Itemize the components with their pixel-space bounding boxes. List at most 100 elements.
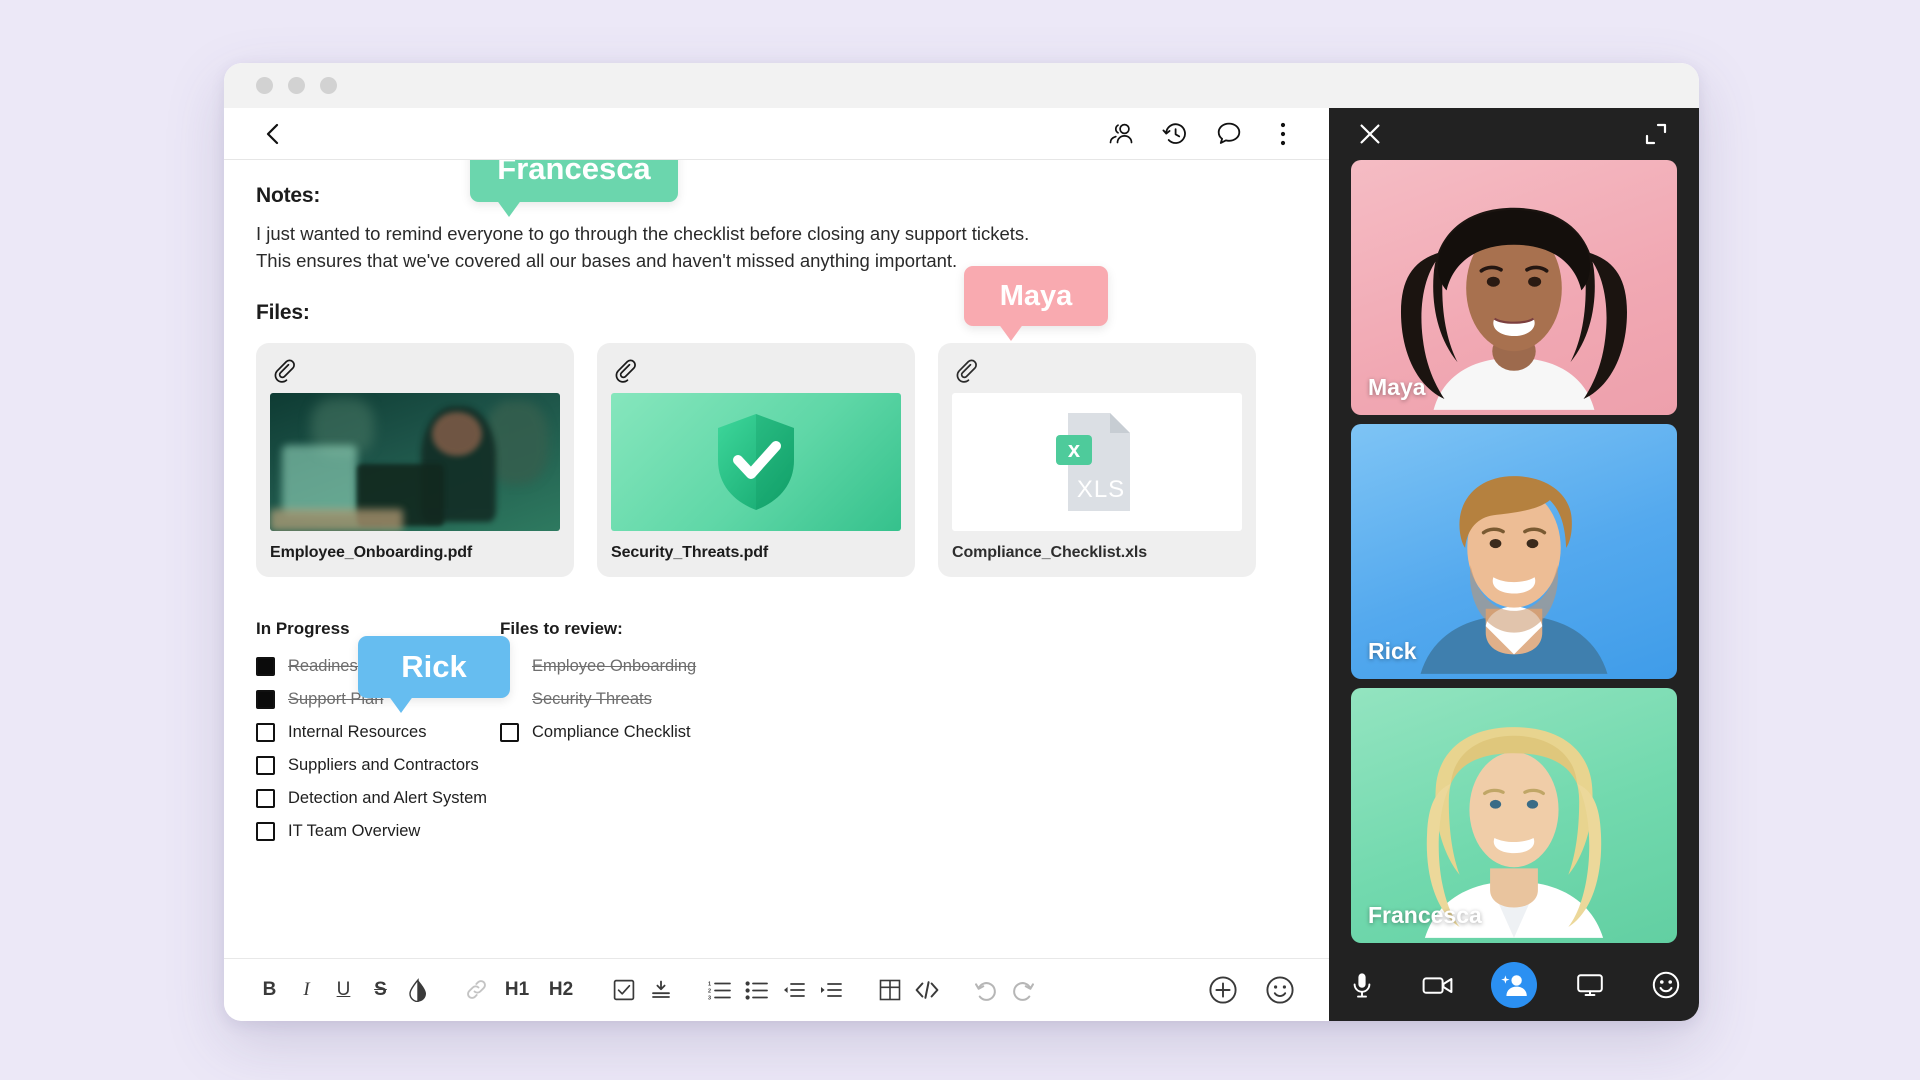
checkbox-unchecked[interactable] [256,788,275,808]
file-name: Employee_Onboarding.pdf [270,543,473,561]
file-thumbnail: x XLS [952,392,1242,531]
checklist-section: Rick In Progress Readiness Assessment Su… [256,619,1297,848]
camera-button[interactable] [1415,962,1461,1008]
bulleted-list-icon[interactable] [739,973,774,1008]
table-icon[interactable] [872,973,907,1008]
italic-button[interactable]: I [289,973,324,1008]
checklist-item-label: Internal Resources [288,722,427,741]
participant-name: Rick [1368,638,1417,664]
call-header [1329,108,1699,160]
cursor-badge-label: Francesca [497,160,651,186]
participant-avatar [1424,727,1604,938]
add-participant-button[interactable] [1491,962,1537,1008]
checklist-item[interactable]: Security Threats [500,683,820,716]
smiley-icon [1652,971,1680,999]
add-person-icon [1501,975,1527,996]
paperclip-icon [952,357,982,387]
outdent-icon[interactable] [776,973,811,1008]
checkbox-unchecked[interactable] [256,821,275,841]
indent-icon[interactable] [813,973,848,1008]
window-minimize-dot[interactable] [288,77,305,94]
share-screen-button[interactable] [1567,962,1613,1008]
participant-tile[interactable]: Rick [1351,424,1677,679]
toolbar-right-actions [1205,973,1299,1008]
paperclip-icon [270,357,300,387]
history-icon[interactable] [1159,118,1191,150]
strikethrough-button[interactable]: S [363,973,398,1008]
window-body: Francesca Maya Notes: I just wanted to r… [224,108,1699,1021]
microphone-icon [1353,973,1371,998]
people-icon[interactable] [1105,118,1137,150]
participant-tile[interactable]: Maya [1351,160,1677,415]
file-thumbnail [611,392,901,531]
undo-icon[interactable] [968,973,1003,1008]
format-toolbar: B I U S H1 H2 1 2 3 [224,958,1329,1021]
svg-text:x: x [1068,437,1081,462]
notes-body: I just wanted to remind everyone to go t… [256,221,1297,275]
notes-line-1: I just wanted to remind everyone to go t… [256,223,1030,244]
checklist-item[interactable]: Suppliers and Contractors [256,749,500,782]
redo-icon[interactable] [1005,973,1040,1008]
expand-icon[interactable] [1641,119,1671,149]
checkbox-checked[interactable] [256,656,275,676]
video-call-pane: Maya Rick Francesca [1329,108,1699,1021]
checklist-item-label: Employee Onboarding [532,656,697,675]
cursor-badge-tail [998,323,1024,341]
ink-drop-icon[interactable] [400,973,435,1008]
code-icon[interactable] [909,973,944,1008]
document-content: Francesca Maya Notes: I just wanted to r… [224,160,1329,958]
checkbox-unchecked[interactable] [500,722,519,742]
checkbox-checked[interactable] [256,689,275,709]
checklist-item[interactable]: IT Team Overview [256,815,500,848]
close-icon[interactable] [1355,119,1385,149]
checklist-item[interactable]: Compliance Checklist [500,716,820,749]
checklist-item-label: Suppliers and Contractors [288,755,479,774]
checkbox-icon[interactable] [606,973,641,1008]
checklist-item[interactable]: Internal Resources [256,716,500,749]
participant-name: Maya [1368,374,1426,400]
bold-button[interactable]: B [252,973,287,1008]
collapse-icon[interactable] [643,973,678,1008]
heading-2-button[interactable]: H2 [540,973,582,1008]
xls-file-icon: x XLS [1056,412,1130,511]
file-card[interactable]: Security_Threats.pdf [597,342,915,577]
cursor-badge-francesca: Francesca [470,160,678,217]
checklist-item[interactable]: Detection and Alert System [256,782,500,815]
participant-avatar [1400,207,1628,410]
file-card[interactable]: Employee_Onboarding.pdf [256,342,574,577]
window-close-dot[interactable] [256,77,273,94]
more-icon[interactable] [1267,118,1299,150]
participant-tile[interactable]: Francesca [1351,688,1677,943]
window-maximize-dot[interactable] [320,77,337,94]
checklist-title: Files to review: [500,618,623,638]
back-button[interactable] [256,117,290,151]
document-pane: Francesca Maya Notes: I just wanted to r… [224,108,1329,1021]
header-actions [1105,118,1299,150]
file-card[interactable]: x XLS Compliance_Checklist.xls [938,342,1256,577]
checklist-item[interactable]: Employee Onboarding [500,650,820,683]
underline-button[interactable]: U [326,973,361,1008]
plus-circle-icon[interactable] [1205,973,1240,1008]
cursor-badge-tail [388,694,414,713]
file-name: Security_Threats.pdf [611,543,769,561]
link-icon[interactable] [459,973,494,1008]
monitor-icon [1577,974,1603,996]
heading-1-button[interactable]: H1 [496,973,538,1008]
reactions-button[interactable] [1643,962,1689,1008]
window-titlebar [224,63,1699,108]
smiley-icon[interactable] [1262,973,1297,1008]
checklist-item-label: Compliance Checklist [532,722,691,741]
file-thumbnail [270,392,560,531]
svg-text:1: 1 [708,982,711,988]
participant-tiles: Maya Rick Francesca [1329,160,1699,943]
checklist-files-to-review: Files to review: Employee Onboarding Sec… [500,619,820,848]
chat-icon[interactable] [1213,118,1245,150]
cursor-badge-label: Rick [401,648,467,684]
cursor-badge-maya: Maya [964,266,1108,341]
microphone-button[interactable] [1339,962,1385,1008]
checkbox-unchecked[interactable] [256,755,275,775]
numbered-list-icon[interactable]: 1 2 3 [702,973,737,1008]
paperclip-icon [611,357,641,387]
participant-name: Francesca [1368,902,1482,928]
checkbox-unchecked[interactable] [256,722,275,742]
